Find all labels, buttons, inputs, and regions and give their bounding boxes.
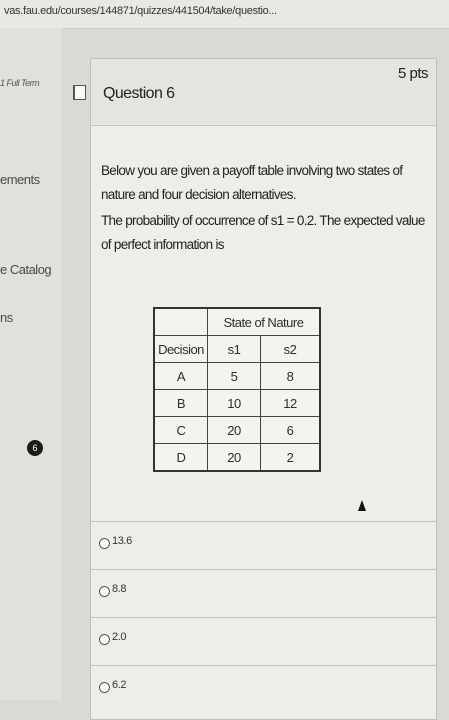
- answer-label: 2.0: [112, 631, 127, 643]
- table-group-header-row: State of Nature: [154, 307, 321, 336]
- radio-button[interactable]: [99, 634, 110, 645]
- s1-cell: 5: [207, 362, 261, 390]
- answer-option[interactable]: 2.0: [91, 617, 436, 666]
- term-label: 1 Full Term: [0, 78, 40, 88]
- table-row: A 5 8: [153, 362, 321, 390]
- s2-cell: 12: [260, 389, 321, 417]
- mouse-cursor-icon: [358, 500, 366, 511]
- column-header-s1: s1: [207, 335, 261, 363]
- s2-cell: 6: [260, 416, 321, 444]
- radio-button[interactable]: [99, 682, 110, 693]
- s1-cell: 20: [207, 416, 261, 444]
- question-points: 5 pts: [397, 65, 429, 82]
- question-title: Question 6: [103, 85, 175, 102]
- decision-cell: B: [153, 389, 208, 417]
- answer-option[interactable]: 8.8: [91, 569, 436, 618]
- question-text-line-2: The probability of occurrence of s1 = 0.…: [101, 213, 425, 252]
- column-header-decision: Decision: [153, 335, 208, 363]
- radio-button[interactable]: [99, 586, 110, 597]
- table-row: B 10 12: [153, 389, 321, 417]
- decision-cell: C: [153, 416, 208, 444]
- course-navigation: 1 Full Term ements e Catalog ns 6: [0, 28, 62, 700]
- decision-cell: A: [153, 362, 208, 390]
- decision-cell: D: [153, 443, 208, 472]
- answer-label: 13.6: [112, 535, 132, 547]
- answer-label: 8.8: [112, 583, 127, 595]
- s1-cell: 20: [207, 443, 261, 472]
- radio-button[interactable]: [99, 538, 110, 549]
- nav-item-catalog[interactable]: e Catalog: [0, 262, 52, 277]
- s1-cell: 10: [207, 389, 261, 417]
- nav-item-announcements[interactable]: ements: [0, 172, 40, 187]
- table-row: C 20 6: [153, 416, 321, 444]
- table-row: D 20 2: [153, 443, 321, 472]
- table-header-row: Decision s1 s2: [153, 335, 321, 363]
- question-header: Question 6 5 pts: [73, 59, 436, 126]
- payoff-table: State of Nature Decision s1 s2 A 5 8 B 1…: [153, 307, 321, 472]
- address-bar[interactable]: vas.fau.edu/courses/144871/quizzes/44150…: [0, 0, 449, 29]
- question-text-line-1: Below you are given a payoff table invol…: [101, 163, 403, 202]
- question-text: Below you are given a payoff table invol…: [101, 159, 426, 259]
- column-header-s2: s2: [260, 335, 321, 363]
- nav-item-truncated[interactable]: ns: [0, 310, 13, 325]
- question-card: Question 6 5 pts Below you are given a p…: [73, 58, 437, 720]
- answer-option[interactable]: 6.2: [91, 665, 436, 714]
- s2-cell: 2: [260, 443, 321, 472]
- notification-badge[interactable]: 6: [27, 440, 43, 456]
- answer-label: 6.2: [112, 679, 127, 691]
- state-of-nature-header: State of Nature: [207, 307, 321, 336]
- answer-option[interactable]: 13.6: [91, 521, 436, 570]
- flag-question-icon[interactable]: [73, 85, 86, 100]
- table-corner-cell: [154, 308, 208, 336]
- s2-cell: 8: [260, 362, 321, 390]
